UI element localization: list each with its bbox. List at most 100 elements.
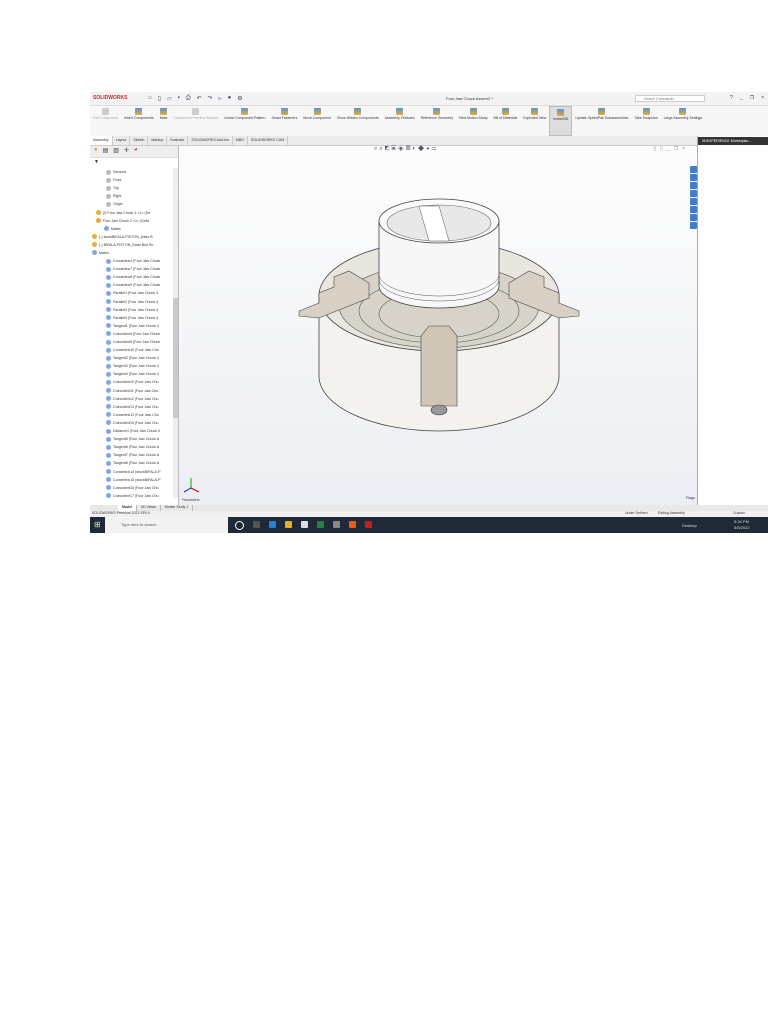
edit-component-button[interactable]: Edit Component <box>90 106 121 136</box>
tree-scrollbar[interactable] <box>173 168 178 498</box>
tree-item[interactable]: Tangent2 (Four Jaw Chuck 4 <box>90 354 172 362</box>
graphics-viewport[interactable]: ⌕⌕◩▣◈▤◐◆◕▭ ▯▯_❐× *Isometric Flags: <box>179 146 768 506</box>
close-button[interactable]: × <box>761 95 764 101</box>
tab-markup[interactable]: Markup <box>148 136 168 145</box>
tree-item[interactable]: Tangent7 (Four Jaw Chuck A <box>90 451 172 459</box>
tree-item[interactable]: (-) BIFALA-PISTON_Dado Buil Su <box>90 241 172 249</box>
print-icon[interactable]: ⎙ <box>186 95 191 102</box>
property-manager-tab-icon[interactable]: ▤ <box>103 147 109 156</box>
tree-item[interactable]: Mates <box>90 249 172 257</box>
tree-item[interactable]: Parallel4 (Four Jaw Chuck 4 <box>90 314 172 322</box>
restore-button[interactable]: ❐ <box>750 95 754 101</box>
update-speedpak-subassemblies-button[interactable]: Update SpeedPak Subassemblies <box>572 106 631 136</box>
tree-item[interactable]: Coincident5 (Four Jaw Chuck <box>90 338 172 346</box>
tree-item[interactable]: Origin <box>90 200 172 208</box>
tree-item[interactable]: (f) Four Jaw Chuck 1 <1> (De <box>90 208 172 216</box>
show-hidden-components-button[interactable]: Show Hidden Components <box>334 106 382 136</box>
tab-evaluate[interactable]: Evaluate <box>167 136 189 145</box>
exploded-view-button[interactable]: Exploded View <box>520 106 549 136</box>
tree-item[interactable]: Coincident13 (Four Jaw Chu <box>90 403 172 411</box>
tab-mbd[interactable]: MBD <box>233 136 248 145</box>
search-commands-input[interactable]: Search Commands <box>635 95 705 102</box>
tab-solidworks-cam[interactable]: SOLIDWORKS CAM <box>248 136 289 145</box>
mate-button[interactable]: Mate <box>157 106 171 136</box>
tree-item[interactable]: Concentric10 (Four Jaw Chu <box>90 346 172 354</box>
tree-item[interactable]: Coincident15 (Four Jaw Chu <box>90 419 172 427</box>
undo-icon[interactable]: ↶ <box>197 95 202 102</box>
units-selector[interactable]: Custom <box>733 511 745 515</box>
take-snapshot-button[interactable]: Take Snapshot <box>631 106 660 136</box>
tab-sketch[interactable]: Sketch <box>130 136 149 145</box>
redo-icon[interactable]: ↷ <box>208 95 213 102</box>
tab-assembly[interactable]: Assembly <box>90 136 113 145</box>
task-pane-tabs[interactable] <box>690 166 697 229</box>
tree-item[interactable]: Coincident12 (Four Jaw Chu <box>90 395 172 403</box>
rebuild-icon[interactable]: ● <box>228 95 232 102</box>
large-assembly-settings-button[interactable]: Large Assembly Settings <box>661 106 706 136</box>
tree-item[interactable]: Distance1 (Four Jaw Chuck 4 <box>90 427 172 435</box>
tree-item[interactable]: Parallel1 (Four Jaw Chuck 4 <box>90 289 172 297</box>
tree-item[interactable]: Coincident4 (Four Jaw Chuck <box>90 330 172 338</box>
tree-item[interactable]: Sensors <box>90 168 172 176</box>
tree-item[interactable]: Coincident11 (Four Jaw Chu <box>90 387 172 395</box>
move-component-button[interactable]: Move Component <box>300 106 334 136</box>
tree-item[interactable]: Concentric12 (Four Jaw Chu <box>90 411 172 419</box>
tree-item[interactable]: Tangent5 (Four Jaw Chuck A <box>90 435 172 443</box>
tree-item[interactable]: Concentric15 (stockBIFALA-P <box>90 476 172 484</box>
taskbar-search-input[interactable]: Type here to search <box>105 517 228 533</box>
tree-item[interactable]: Tangent6 (Four Jaw Chuck A <box>90 443 172 451</box>
quick-access-toolbar: ⌂ ▯ ▱ ▪ ⎙ ↶ ↷ ▹ ● ⚙ <box>148 95 243 102</box>
display-manager-tab-icon[interactable]: ◕ <box>134 147 138 156</box>
bill-of-materials-button[interactable]: Bill of Materials <box>491 106 521 136</box>
tree-item[interactable]: Parallel3 (Four Jaw Chuck 4 <box>90 306 172 314</box>
tree-item[interactable]: Concentric7 (Four Jaw Chuck <box>90 265 172 273</box>
minimize-button[interactable]: _ <box>740 95 743 101</box>
clock-date[interactable]: 5/5/2022 <box>734 525 750 530</box>
tree-item[interactable]: Concentric4 (Four Jaw Chuck <box>90 257 172 265</box>
help-icon[interactable]: ? <box>730 95 733 101</box>
tree-item[interactable]: Four Jaw Chuck 2 <1> (Defa <box>90 217 172 225</box>
tree-item[interactable]: Right <box>90 192 172 200</box>
assembly-features-button[interactable]: Assembly Features <box>382 106 418 136</box>
reference-geometry-button[interactable]: Reference Geometry <box>418 106 457 136</box>
instant3d-button[interactable]: Instant3D <box>549 106 573 136</box>
smart-fasteners-button[interactable]: Smart Fasteners <box>268 106 300 136</box>
feature-manager-tab-icon[interactable]: ● <box>94 147 98 156</box>
configuration-manager-tab-icon[interactable]: ▥ <box>113 147 119 156</box>
tree-item[interactable]: (-) stockBIFALA-PISTON_Dado B <box>90 233 172 241</box>
tab-solidworks-add-ins[interactable]: SOLIDWORKS Add-Ins <box>188 136 233 145</box>
tree-item-label: Top <box>113 186 119 191</box>
tree-item[interactable]: Tangent1 (Four Jaw Chuck 4 <box>90 322 172 330</box>
linear-component-pattern-button[interactable]: Linear Component Pattern <box>221 106 268 136</box>
taskbar-apps[interactable] <box>235 521 372 530</box>
options-icon[interactable]: ⚙ <box>237 95 242 102</box>
filter-icon[interactable]: ▼ <box>90 158 178 166</box>
windows-start-icon[interactable]: ⊞ <box>94 520 101 529</box>
tree-item[interactable]: Coincident16 (Four Jaw Chu <box>90 484 172 492</box>
insert-components-button[interactable]: Insert Components <box>121 106 157 136</box>
tree-item[interactable]: Top <box>90 184 172 192</box>
component-preview-window-button[interactable]: Component Preview Window <box>170 106 221 136</box>
home-icon[interactable]: ⌂ <box>148 95 152 102</box>
tree-item[interactable]: Coincident10 (Four Jaw Chu <box>90 378 172 386</box>
clock-time[interactable]: 5:34 PM <box>734 519 749 524</box>
new-motion-study-button[interactable]: New Motion Study <box>456 106 490 136</box>
tree-item[interactable]: Parallel2 (Four Jaw Chuck 4 <box>90 298 172 306</box>
tree-item[interactable]: Front <box>90 176 172 184</box>
dimxpert-tab-icon[interactable]: ✛ <box>124 147 129 156</box>
new-icon[interactable]: ▯ <box>158 95 161 102</box>
save-icon[interactable]: ▪ <box>178 95 180 102</box>
tree-item[interactable]: Tangent3 (Four Jaw Chuck 4 <box>90 362 172 370</box>
tree-item[interactable]: Concentric9 (Four Jaw Chuck <box>90 281 172 289</box>
open-icon[interactable]: ▱ <box>167 95 172 102</box>
tree-item[interactable]: Concentric8 (Four Jaw Chuck <box>90 273 172 281</box>
desktop-label[interactable]: Desktop <box>682 523 697 528</box>
tab-layout[interactable]: Layout <box>113 136 131 145</box>
select-icon[interactable]: ▹ <box>219 95 222 102</box>
tree-item[interactable]: Tangent8 (Four Jaw Chuck A <box>90 459 172 467</box>
tree-item[interactable]: Concentric14 (stockBIFALA-P <box>90 467 172 475</box>
tree-item[interactable]: Mates <box>90 225 172 233</box>
mate-icon <box>106 323 111 329</box>
tree-item[interactable]: Coincident17 (Four Jaw Chu <box>90 492 172 500</box>
tree-item[interactable]: Tangent4 (Four Jaw Chuck 4 <box>90 370 172 378</box>
